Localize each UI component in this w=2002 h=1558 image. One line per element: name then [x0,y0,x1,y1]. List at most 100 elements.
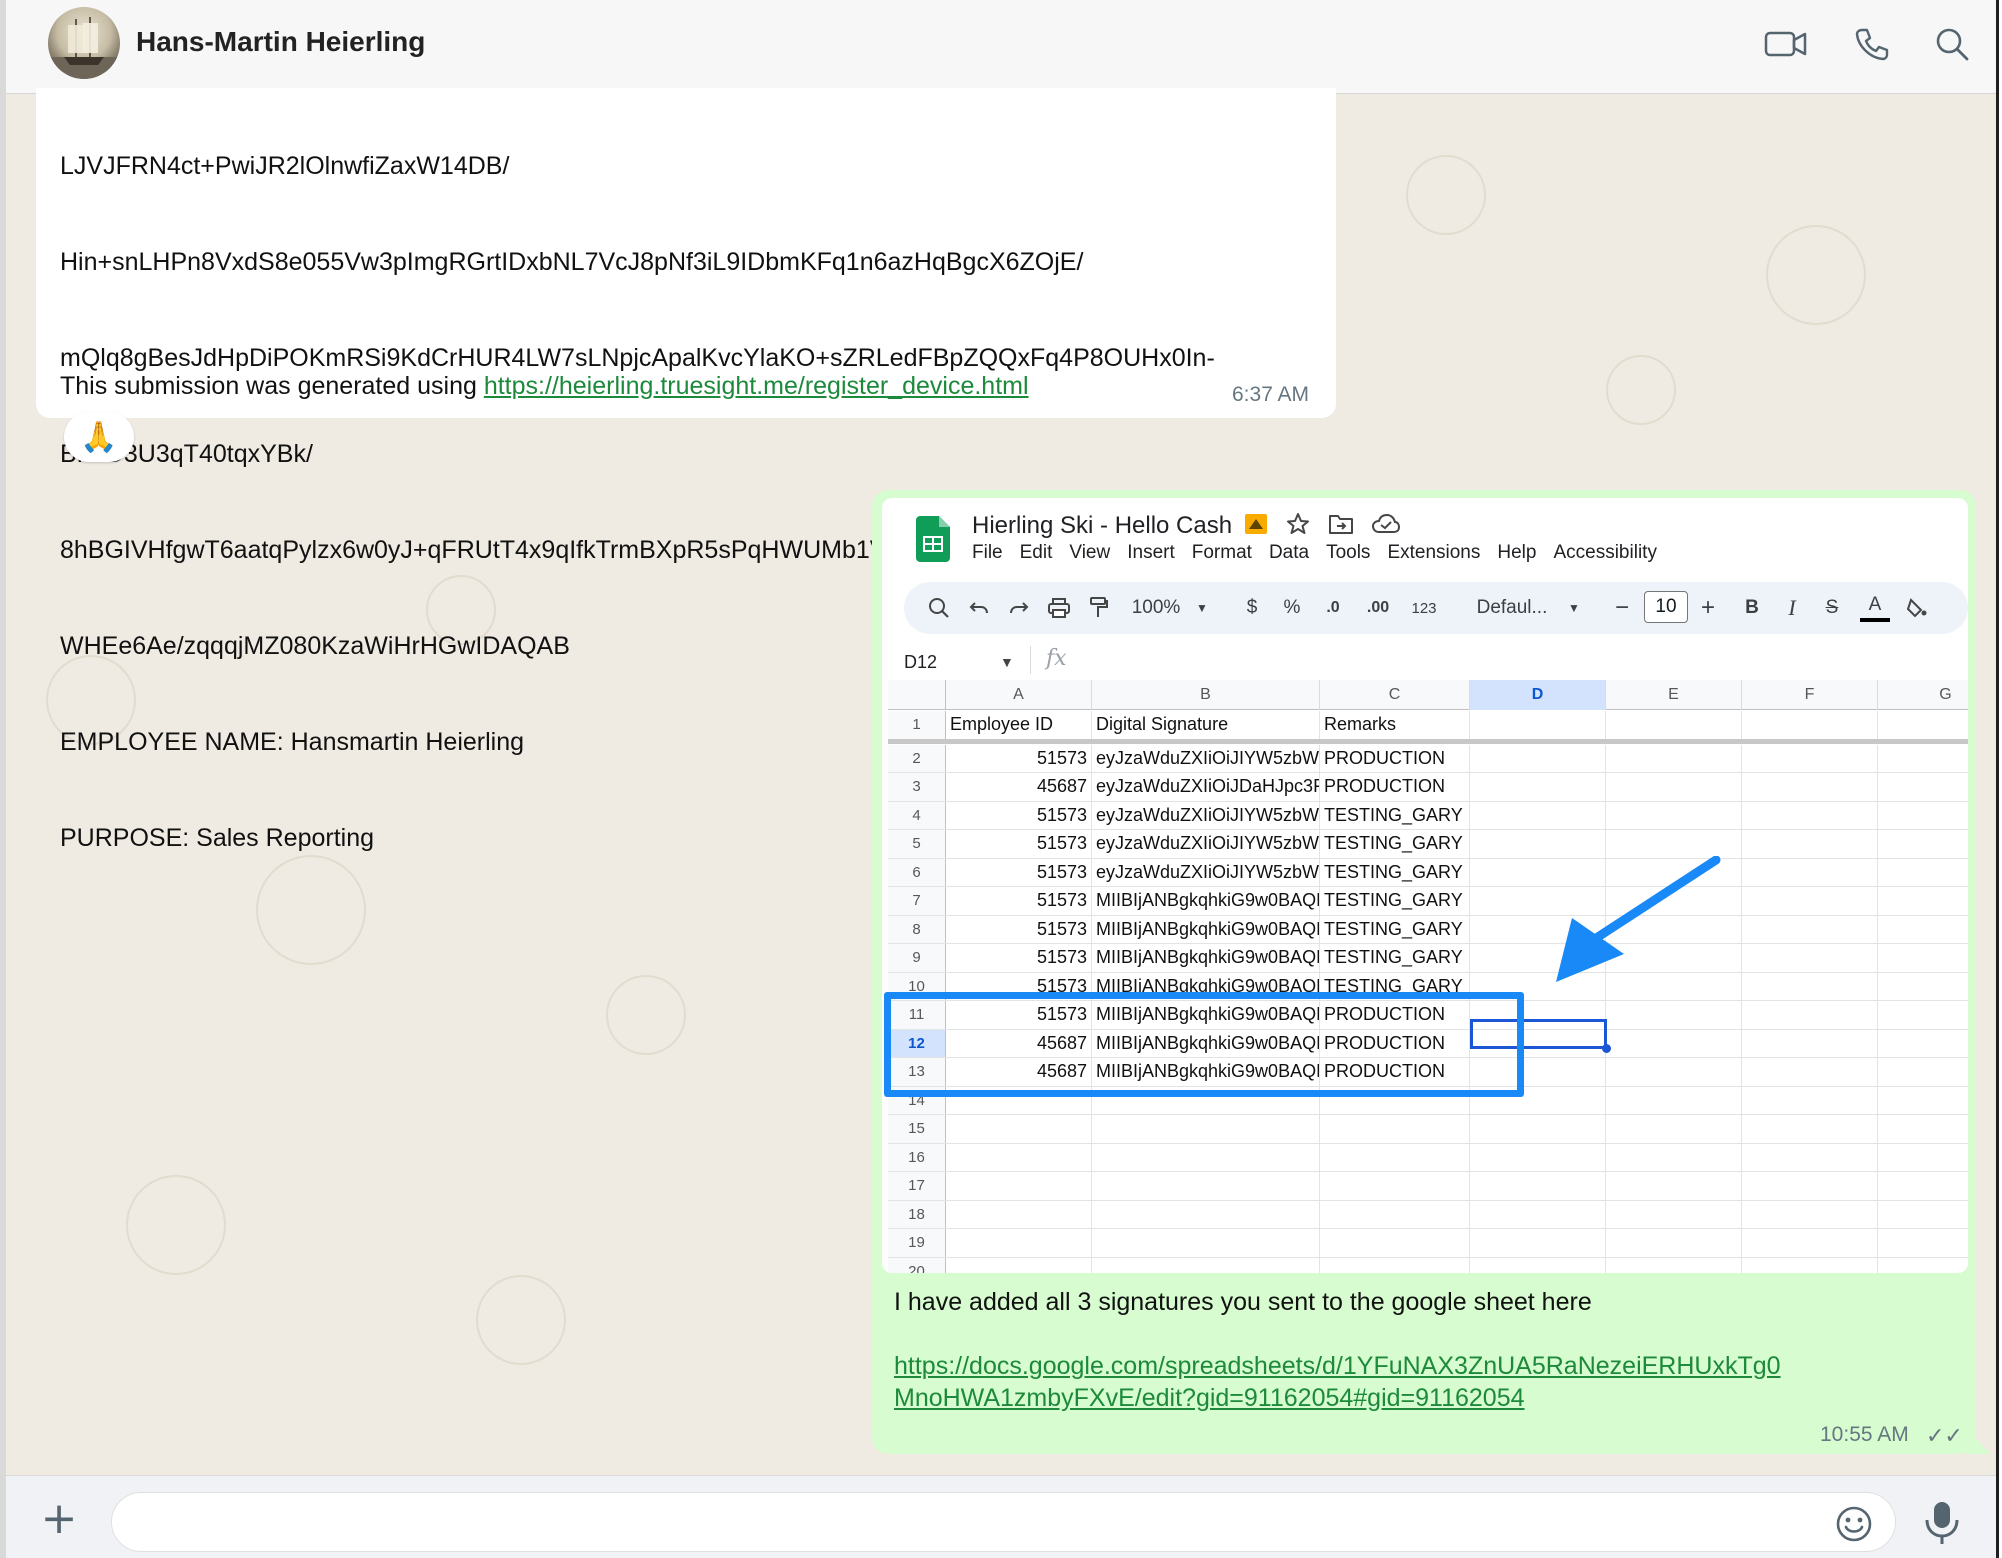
table-cell[interactable]: eyJzaWduZXIiOiJIYW5zbWl [1092,830,1320,858]
table-cell[interactable] [1878,887,1968,915]
select-all-corner[interactable] [888,680,946,710]
column-header-d[interactable]: D [1470,680,1606,710]
row-header[interactable]: 4 [888,801,946,829]
table-cell[interactable] [946,1257,1092,1273]
cloud-saved-icon[interactable] [1371,513,1401,539]
table-cell[interactable]: eyJzaWduZXIiOiJIYW5zbWl [1092,801,1320,829]
microphone-icon[interactable] [1921,1500,1963,1546]
menu-edit[interactable]: Edit [1020,542,1053,564]
menu-view[interactable]: View [1069,542,1110,564]
table-cell[interactable] [1470,744,1606,772]
table-cell[interactable]: Digital Signature [1092,711,1320,739]
table-cell[interactable]: 51573 [946,744,1092,772]
table-cell[interactable] [1742,944,1878,972]
table-cell[interactable]: MIIBIjANBgkqhkiG9w0BAQE [1092,915,1320,943]
column-header-f[interactable]: F [1742,680,1878,710]
name-box-dropdown-icon[interactable]: ▼ [1000,654,1014,670]
table-cell[interactable] [1742,1086,1878,1114]
table-cell[interactable] [946,1115,1092,1143]
table-cell[interactable] [1092,1115,1320,1143]
table-cell[interactable] [946,1200,1092,1228]
table-cell[interactable] [1092,1172,1320,1200]
table-cell[interactable] [1878,944,1968,972]
table-cell[interactable] [1606,1257,1742,1273]
undo-icon[interactable] [964,592,994,624]
menu-help[interactable]: Help [1497,542,1536,564]
avatar[interactable] [48,7,120,79]
contact-name[interactable]: Hans-Martin Heierling [136,26,425,58]
bold-button[interactable]: B [1740,592,1764,624]
table-cell[interactable] [1470,1257,1606,1273]
table-cell[interactable]: TESTING_GARY [1320,830,1470,858]
name-box[interactable]: D12 [904,652,937,673]
table-cell[interactable] [1470,830,1606,858]
video-call-icon[interactable] [1762,22,1810,66]
increase-decimal-button[interactable]: .00 [1358,592,1398,624]
search-icon[interactable] [1928,22,1976,66]
table-cell[interactable] [1742,711,1878,739]
table-cell[interactable] [1606,1115,1742,1143]
table-cell[interactable] [1470,1229,1606,1257]
table-cell[interactable]: MIIBIjANBgkqhkiG9w0BAQE [1092,944,1320,972]
row-header[interactable]: 2 [888,744,946,772]
spreadsheet-screenshot[interactable]: Hierling Ski - Hello Cash File Edit View… [882,498,1968,1273]
table-cell[interactable] [1878,916,1968,944]
decrease-decimal-button[interactable]: .0 [1316,592,1350,624]
table-cell[interactable] [1878,859,1968,887]
table-cell[interactable]: 51573 [946,858,1092,886]
row-header[interactable]: 16 [888,1143,946,1171]
attach-plus-icon[interactable]: + [36,1497,82,1544]
table-cell[interactable]: 51573 [946,915,1092,943]
row-header[interactable]: 6 [888,858,946,886]
message-input[interactable] [111,1492,1896,1552]
fill-handle[interactable] [1602,1044,1611,1053]
table-cell[interactable]: 51573 [946,887,1092,915]
menu-file[interactable]: File [972,542,1003,564]
search-menus-icon[interactable] [924,592,954,624]
row-header[interactable]: 3 [888,773,946,801]
table-cell[interactable]: 45687 [946,773,1092,801]
table-cell[interactable]: TESTING_GARY [1320,887,1470,915]
table-cell[interactable]: 51573 [946,801,1092,829]
row-header[interactable]: 1 [888,711,946,739]
zoom-dropdown-icon[interactable]: ▼ [1192,592,1212,624]
table-cell[interactable] [1320,1229,1470,1257]
table-cell[interactable] [1742,830,1878,858]
table-cell[interactable] [1878,973,1968,1001]
menu-accessibility[interactable]: Accessibility [1553,542,1656,564]
table-cell[interactable] [1606,801,1742,829]
strikethrough-button[interactable]: S [1820,592,1844,624]
column-header-a[interactable]: A [946,680,1092,710]
table-cell[interactable]: TESTING_GARY [1320,858,1470,886]
row-header[interactable]: 17 [888,1172,946,1200]
table-cell[interactable]: PRODUCTION [1320,773,1470,801]
table-cell[interactable] [1742,773,1878,801]
more-formats-button[interactable]: 123 [1406,592,1442,624]
column-header-c[interactable]: C [1320,680,1470,710]
register-device-link[interactable]: https://heierling.truesight.me/register_… [484,372,1029,400]
paint-format-icon[interactable] [1084,592,1114,624]
table-cell[interactable] [1606,1229,1742,1257]
menu-insert[interactable]: Insert [1127,542,1175,564]
table-cell[interactable] [1606,1029,1742,1057]
table-cell[interactable] [1878,745,1968,773]
table-cell[interactable] [1878,1172,1968,1200]
google-sheet-link[interactable]: https://docs.google.com/spreadsheets/d/1… [894,1350,1794,1414]
table-cell[interactable] [946,1172,1092,1200]
frozen-row-divider[interactable] [888,739,1968,744]
table-cell[interactable] [1742,1172,1878,1200]
table-cell[interactable] [1320,1143,1470,1171]
table-cell[interactable] [1878,830,1968,858]
table-cell[interactable] [1878,802,1968,830]
table-cell[interactable] [1606,1058,1742,1086]
font-dropdown-icon[interactable]: ▼ [1564,592,1584,624]
table-cell[interactable]: MIIBIjANBgkqhkiG9w0BAQE [1092,887,1320,915]
table-cell[interactable] [1606,744,1742,772]
table-cell[interactable] [1742,744,1878,772]
table-cell[interactable] [1878,773,1968,801]
table-cell[interactable] [1606,1143,1742,1171]
currency-format-button[interactable]: $ [1240,592,1264,624]
table-cell[interactable] [1092,1200,1320,1228]
table-cell[interactable] [946,1143,1092,1171]
table-cell[interactable] [1742,972,1878,1000]
